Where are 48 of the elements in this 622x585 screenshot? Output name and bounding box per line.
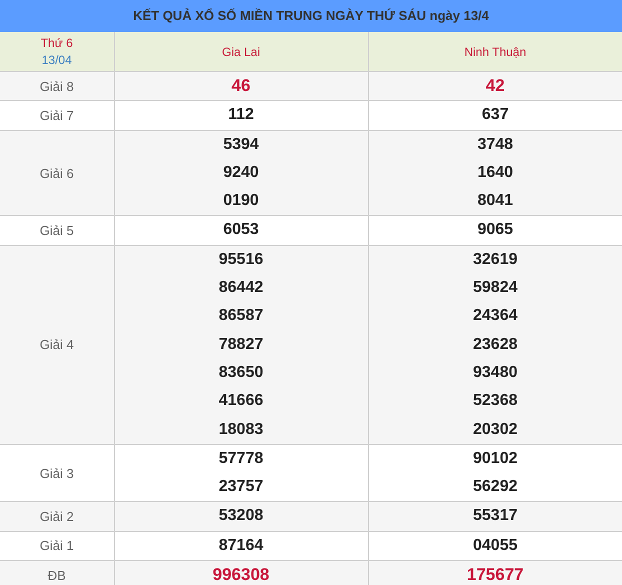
date-label: 13/04 [40, 52, 73, 68]
lottery-number: 90102 [473, 448, 518, 469]
lottery-number: 41666 [218, 391, 264, 412]
lottery-number: 86587 [218, 306, 264, 326]
table-title: KẾT QUẢ XỔ SỐ MIỀN TRUNG NGÀY THỨ SÁU ngày 13/4 [0, 0, 622, 32]
lottery-number: 112 [228, 105, 254, 126]
province-header: Gia Lai [114, 32, 368, 72]
lottery-number: 637 [482, 105, 509, 126]
lottery-number: 9240 [223, 162, 259, 183]
lottery-number: 24364 [473, 306, 518, 326]
lottery-number: 23757 [218, 477, 264, 498]
lottery-number: 9065 [477, 220, 514, 240]
lottery-number: 8041 [477, 191, 514, 212]
prize-label: Giải 5 [0, 216, 114, 246]
lottery-number: 18083 [218, 420, 264, 440]
weekday-label: Thứ 6 [40, 34, 74, 52]
lottery-number: 56292 [473, 477, 518, 498]
lottery-number: 87164 [218, 536, 264, 556]
lottery-number: 175677 [466, 564, 524, 585]
lottery-number: 59824 [473, 278, 518, 298]
prize-label: Giải 4 [0, 245, 114, 444]
lottery-number: 1640 [477, 162, 514, 183]
lottery-number: 86442 [218, 278, 264, 298]
province-header: Ninh Thuận [368, 32, 622, 72]
prize-label: Giải 8 [0, 72, 114, 101]
prize-label: Giải 7 [0, 100, 114, 130]
lottery-number: 93480 [473, 362, 518, 383]
lottery-number: 3748 [477, 134, 514, 155]
lottery-number: 57778 [218, 448, 264, 469]
lottery-number: 55317 [473, 506, 518, 526]
lottery-number: 95516 [218, 250, 264, 270]
prize-label: ĐB [0, 560, 114, 585]
lottery-number: 5394 [223, 134, 259, 155]
lottery-number: 0190 [223, 191, 259, 212]
lottery-number: 52368 [473, 391, 518, 412]
lottery-number: 04055 [473, 536, 518, 556]
lottery-number: 32619 [473, 250, 518, 270]
lottery-number: 53208 [218, 506, 264, 526]
lottery-number: 78827 [218, 334, 264, 355]
prize-label: Giải 2 [0, 502, 114, 532]
lottery-number: 42 [486, 75, 505, 97]
prize-label: Giải 6 [0, 130, 114, 216]
lottery-number: 996308 [212, 564, 270, 585]
lottery-number: 23628 [473, 334, 518, 355]
lottery-number: 83650 [218, 362, 264, 383]
lottery-number: 46 [232, 75, 250, 97]
lottery-number: 20302 [473, 420, 518, 440]
lottery-number: 6053 [223, 220, 259, 240]
